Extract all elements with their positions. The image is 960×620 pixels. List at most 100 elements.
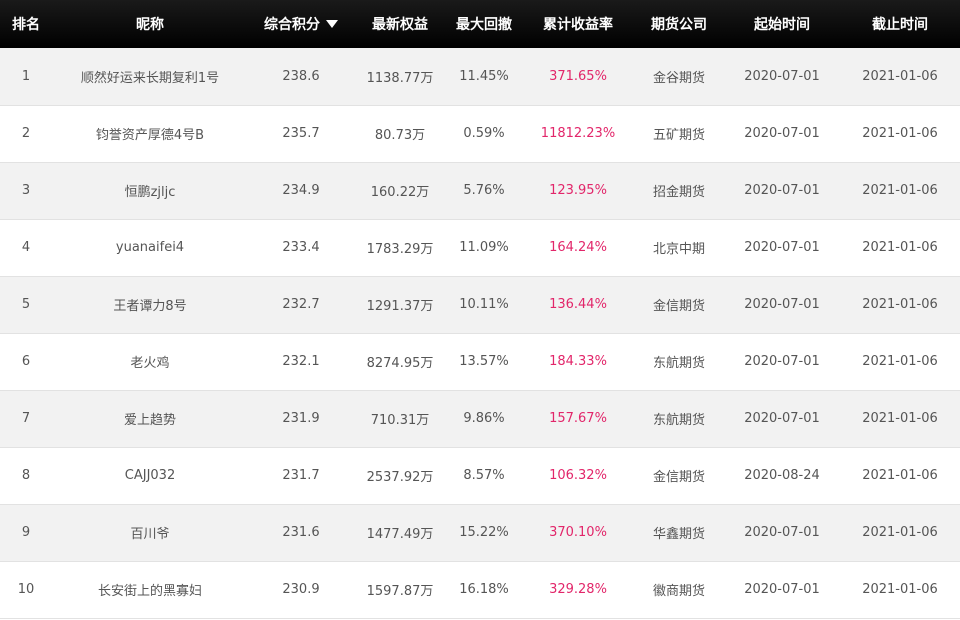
drawdown-cell: 10.11%: [459, 297, 509, 312]
drawdown-cell: 16.18%: [459, 582, 509, 597]
nickname-cell: 顺然好运来长期复利1号: [80, 70, 220, 86]
nickname-cell: 长安街上的黑寡妇: [97, 584, 202, 599]
start-date-cell: 2020-07-01: [744, 297, 820, 312]
score-cell: 235.7: [282, 126, 320, 141]
caret-down-icon[interactable]: [326, 20, 338, 28]
end-date-cell: 2021-01-06: [862, 525, 938, 540]
start-date-cell: 2020-07-01: [744, 525, 820, 540]
company-cell: 金谷期货: [652, 70, 705, 86]
rank-cell: 6: [21, 354, 31, 369]
drawdown-cell: 11.45%: [459, 68, 509, 84]
table-row[interactable]: 2 钧誉资产厚德4号B 235.7 80.73万 0.59% 11812.23% 五矿期货 2…: [0, 105, 960, 162]
return-cell: 11812.23%: [540, 126, 616, 141]
return-cell: 157.67%: [549, 411, 607, 426]
company-cell: 东航期货: [652, 413, 705, 428]
score-cell: 238.6: [282, 68, 320, 84]
header-return[interactable]: 累计收益率: [522, 0, 634, 48]
nickname-cell: 钧誉资产厚德4号B: [95, 128, 205, 143]
table-row[interactable]: 9 百川爷 231.6 1477.49万 15.22% 370.10% 华鑫期货 2020-0…: [0, 504, 960, 561]
rank-cell: 8: [21, 468, 31, 483]
drawdown-cell: 5.76%: [463, 183, 505, 198]
company-cell: 北京中期: [652, 242, 705, 257]
score-cell: 233.4: [282, 240, 320, 255]
header-drawdown[interactable]: 最大回撤: [446, 0, 522, 48]
table-row[interactable]: 1 顺然好运来长期复利1号 238.6 1138.77万 11.45% 371.65% 金谷…: [0, 48, 960, 105]
return-cell: 329.28%: [549, 582, 607, 597]
table-row[interactable]: 6 老火鸡 232.1 8274.95万 13.57% 184.33% 东航期货 2020-0…: [0, 333, 960, 390]
equity-cell: 80.73万: [374, 128, 426, 143]
header-equity[interactable]: 最新权益: [354, 0, 446, 48]
rank-cell: 9: [21, 525, 31, 540]
table-row[interactable]: 3 恒鹏zjljc 234.9 160.22万 5.76% 123.95% 招金期货 2020…: [0, 162, 960, 219]
rank-cell: 4: [21, 240, 31, 255]
start-date-cell: 2020-07-01: [744, 68, 820, 84]
equity-cell: 8274.95万: [366, 356, 434, 371]
nickname-cell: 恒鹏zjljc: [124, 185, 176, 200]
return-cell: 106.32%: [549, 468, 607, 483]
ranking-table: 排名 昵称 综合积分 最新权益 最大回撤 累计收益率 期货公司 起始时间 截止时…: [0, 0, 960, 619]
drawdown-cell: 15.22%: [459, 525, 509, 540]
drawdown-cell: 13.57%: [459, 354, 509, 369]
return-cell: 184.33%: [549, 354, 607, 369]
nickname-cell: 百川爷: [130, 527, 170, 542]
nickname-cell: yuanaifei4: [115, 240, 185, 255]
equity-cell: 1477.49万: [366, 527, 434, 542]
table-row[interactable]: 7 爱上趋势 231.9 710.31万 9.86% 157.67% 东航期货 2020-07…: [0, 390, 960, 447]
drawdown-cell: 8.57%: [463, 468, 505, 483]
end-date-cell: 2021-01-06: [862, 582, 938, 597]
end-date-cell: 2021-01-06: [862, 354, 938, 369]
table-row[interactable]: 8 CAJJ032 231.7 2537.92万 8.57% 106.32% 金信期货 202…: [0, 447, 960, 504]
score-cell: 232.7: [282, 297, 320, 312]
score-cell: 234.9: [282, 183, 320, 198]
nickname-cell: 爱上趋势: [123, 413, 176, 428]
header-end[interactable]: 截止时间: [840, 0, 960, 48]
header-score-label: 综合积分: [264, 17, 320, 33]
rank-cell: 2: [21, 126, 31, 141]
header-start[interactable]: 起始时间: [724, 0, 840, 48]
rank-cell: 3: [21, 183, 31, 198]
end-date-cell: 2021-01-06: [862, 240, 938, 255]
equity-cell: 1597.87万: [366, 584, 434, 599]
equity-cell: 1138.77万: [366, 70, 434, 86]
equity-cell: 160.22万: [370, 185, 430, 200]
score-cell: 231.7: [282, 468, 320, 483]
return-cell: 370.10%: [549, 525, 607, 540]
company-cell: 东航期货: [652, 356, 705, 371]
end-date-cell: 2021-01-06: [862, 183, 938, 198]
equity-cell: 2537.92万: [366, 470, 434, 485]
company-cell: 徽商期货: [652, 584, 705, 599]
return-cell: 164.24%: [549, 240, 607, 255]
end-date-cell: 2021-01-06: [862, 468, 938, 483]
return-cell: 123.95%: [549, 183, 607, 198]
table-row[interactable]: 5 王者谭力8号 232.7 1291.37万 10.11% 136.44% 金信期货 202…: [0, 276, 960, 333]
company-cell: 五矿期货: [652, 128, 705, 143]
start-date-cell: 2020-07-01: [744, 126, 820, 141]
company-cell: 金信期货: [652, 299, 705, 314]
header-company[interactable]: 期货公司: [634, 0, 724, 48]
start-date-cell: 2020-07-01: [744, 183, 820, 198]
company-cell: 招金期货: [652, 185, 705, 200]
header-score[interactable]: 综合积分: [248, 0, 354, 48]
score-cell: 231.9: [282, 411, 320, 426]
end-date-cell: 2021-01-06: [862, 411, 938, 426]
start-date-cell: 2020-07-01: [744, 240, 820, 255]
table-row[interactable]: 4 yuanaifei4 233.4 1783.29万 11.09% 164.24% 北京中…: [0, 219, 960, 276]
drawdown-cell: 9.86%: [463, 411, 505, 426]
rank-cell: 10: [17, 582, 35, 597]
header-nickname[interactable]: 昵称: [52, 0, 248, 48]
start-date-cell: 2020-07-01: [744, 354, 820, 369]
start-date-cell: 2020-07-01: [744, 582, 820, 597]
score-cell: 231.6: [282, 525, 320, 540]
drawdown-cell: 0.59%: [463, 126, 505, 141]
score-cell: 230.9: [282, 582, 320, 597]
equity-cell: 710.31万: [370, 413, 430, 428]
company-cell: 金信期货: [652, 470, 705, 485]
end-date-cell: 2021-01-06: [862, 68, 938, 84]
end-date-cell: 2021-01-06: [862, 126, 938, 141]
table-row[interactable]: 10 长安街上的黑寡妇 230.9 1597.87万 16.18% 329.28% 徽商期货…: [0, 561, 960, 618]
nickname-cell: CAJJ032: [124, 468, 176, 483]
rank-cell: 1: [21, 68, 31, 84]
header-row: 排名 昵称 综合积分 最新权益 最大回撤 累计收益率 期货公司 起始时间 截止时…: [0, 0, 960, 48]
header-rank[interactable]: 排名: [0, 0, 52, 48]
start-date-cell: 2020-08-24: [744, 468, 820, 483]
